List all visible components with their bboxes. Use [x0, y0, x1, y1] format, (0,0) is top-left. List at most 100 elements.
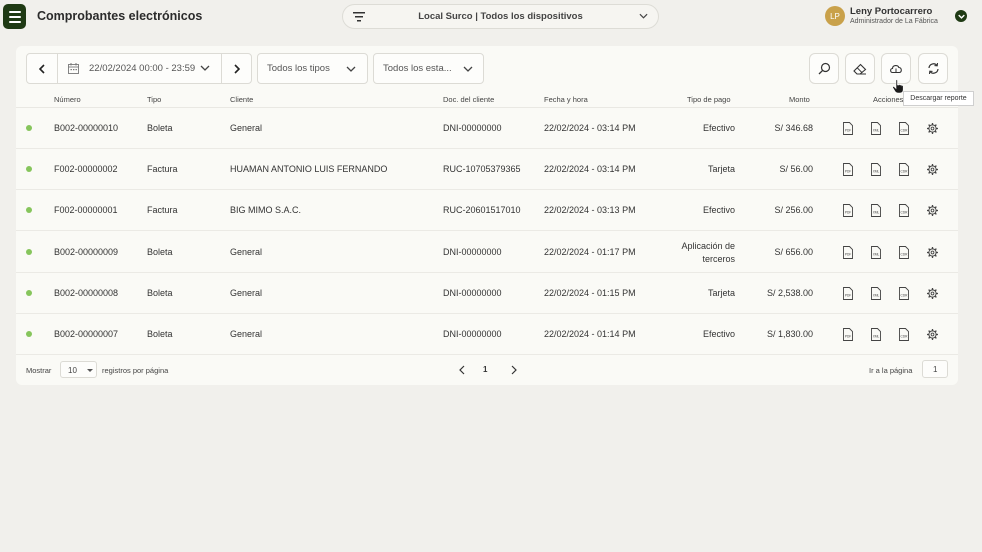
download-pdf-label: PDF — [845, 169, 851, 173]
column-header[interactable]: Tipo de pago — [687, 95, 731, 104]
type-filter-value: Todos los tipos — [267, 63, 330, 74]
download-xml-label: XML — [873, 334, 880, 338]
download-cdr-label: CDR — [901, 334, 909, 338]
chevron-right-icon — [233, 63, 240, 74]
download-cdr-icon[interactable]: CDR — [898, 122, 910, 135]
download-cdr-icon[interactable]: CDR — [898, 286, 910, 300]
location-label: Local Surco | Todos los dispositivos — [418, 11, 583, 22]
chevron-down-icon — [463, 66, 473, 72]
download-pdf-icon[interactable]: PDF — [842, 163, 854, 177]
client-document: DNI-00000000 — [443, 123, 502, 133]
search-button[interactable] — [809, 53, 839, 84]
column-header[interactable]: Cliente — [230, 95, 253, 104]
column-header[interactable]: Monto — [789, 95, 810, 104]
client-name: General — [230, 287, 263, 298]
search-icon — [818, 62, 830, 75]
column-header[interactable]: Fecha y hora — [544, 95, 588, 104]
status-dot — [26, 207, 32, 214]
avatar[interactable]: LP — [825, 6, 845, 26]
download-pdf-icon[interactable]: PDF — [842, 328, 854, 341]
date-range-value: 22/02/2024 00:00 - 23:59 — [89, 63, 196, 74]
receipt-type: Boleta — [147, 246, 173, 257]
cloud-download-icon — [890, 65, 902, 74]
download-cdr-label: CDR — [901, 128, 909, 132]
chevron-left-icon — [39, 63, 45, 74]
settings-gear-icon[interactable] — [926, 204, 939, 217]
settings-gear-icon[interactable] — [926, 246, 939, 259]
download-xml-icon[interactable]: XML — [870, 163, 882, 177]
receipts-card: 22/02/2024 00:00 - 23:59 Todos los tipos… — [16, 46, 958, 385]
download-pdf-icon[interactable]: PDF — [842, 245, 854, 259]
download-xml-label: XML — [873, 128, 880, 132]
table-row[interactable]: F002-00000001 Factura BIG MIMO S.A.C. RUC-2… — [16, 190, 958, 232]
client-document: RUC-20601517010 — [443, 205, 521, 216]
goto-page-input[interactable]: 1 — [922, 360, 948, 378]
state-filter-select[interactable]: Todos los esta... — [373, 53, 484, 84]
show-label: Mostrar — [26, 366, 52, 375]
previous-page-button[interactable] — [458, 365, 466, 375]
status-dot — [26, 331, 32, 337]
settings-gear-icon[interactable] — [926, 122, 939, 135]
settings-gear-icon[interactable] — [926, 328, 939, 341]
next-day-button[interactable] — [221, 54, 251, 83]
date-time: 22/02/2024 - 03:13 PM — [544, 205, 636, 216]
download-xml-icon[interactable]: XML — [870, 328, 882, 341]
current-page[interactable]: 1 — [483, 365, 487, 374]
calendar-icon — [68, 63, 79, 74]
location-selector[interactable]: Local Surco | Todos los dispositivos — [342, 4, 659, 29]
date-time: 22/02/2024 - 03:14 PM — [544, 164, 636, 175]
table-row[interactable]: B002-00000009 Boleta General DNI-00000000 22… — [16, 232, 958, 273]
date-time: 22/02/2024 - 01:17 PM — [544, 246, 636, 257]
column-header[interactable]: Doc. del cliente — [443, 95, 494, 104]
column-header[interactable]: Número — [54, 95, 81, 104]
settings-gear-icon[interactable] — [926, 163, 939, 176]
date-time: 22/02/2024 - 03:14 PM — [544, 123, 636, 133]
column-header[interactable]: Tipo — [147, 95, 161, 104]
download-xml-icon[interactable]: XML — [870, 245, 882, 259]
chevron-down-icon — [639, 13, 648, 19]
client-name: BIG MIMO S.A.C. — [230, 205, 302, 216]
user-menu-button[interactable] — [955, 10, 967, 22]
download-pdf-label: PDF — [845, 211, 851, 215]
clear-filters-button[interactable] — [845, 53, 875, 84]
receipt-number: F002-00000002 — [54, 164, 118, 175]
client-name: General — [230, 123, 263, 133]
download-xml-icon[interactable]: XML — [870, 204, 882, 218]
download-xml-icon[interactable]: XML — [870, 122, 882, 135]
download-cdr-icon[interactable]: CDR — [898, 328, 910, 341]
client-document: RUC-10705379365 — [443, 164, 521, 175]
page-size-select[interactable]: 10 — [60, 361, 97, 378]
download-pdf-label: PDF — [845, 128, 851, 132]
per-page-label: registros por página — [102, 366, 169, 375]
download-pdf-icon[interactable]: PDF — [842, 204, 854, 218]
download-pdf-icon[interactable]: PDF — [842, 122, 854, 135]
previous-day-button[interactable] — [27, 54, 58, 83]
refresh-icon — [927, 62, 939, 75]
table-row[interactable]: B002-00000008 Boleta General DNI-00000000 22… — [16, 273, 958, 314]
type-filter-select[interactable]: Todos los tipos — [257, 53, 368, 84]
top-bar: Comprobantes electrónicos Local Surco | … — [0, 0, 982, 34]
download-xml-label: XML — [873, 211, 880, 215]
settings-gear-icon[interactable] — [926, 287, 939, 300]
payment-type: Efectivo — [702, 329, 735, 339]
date-range-picker[interactable]: 22/02/2024 00:00 - 23:59 — [26, 53, 252, 84]
download-pdf-label: PDF — [845, 252, 851, 256]
amount: S/ 656.00 — [774, 246, 813, 257]
state-filter-value: Todos los esta... — [383, 63, 452, 74]
download-cdr-label: CDR — [901, 169, 909, 173]
menu-icon[interactable] — [3, 4, 26, 29]
receipt-type: Boleta — [147, 123, 173, 133]
next-page-button[interactable] — [510, 365, 518, 375]
download-report-tooltip: Descargar reporte — [903, 91, 974, 106]
download-cdr-icon[interactable]: CDR — [898, 163, 910, 177]
toolbar: 22/02/2024 00:00 - 23:59 Todos los tipos… — [16, 46, 958, 90]
download-xml-label: XML — [873, 169, 880, 173]
download-xml-icon[interactable]: XML — [870, 286, 882, 300]
table-row[interactable]: B002-00000010 Boleta General DNI-00000000 22… — [16, 108, 958, 149]
download-cdr-icon[interactable]: CDR — [898, 245, 910, 259]
refresh-button[interactable] — [918, 53, 948, 84]
table-row[interactable]: F002-00000002 Factura HUAMAN ANTONIO LUIS … — [16, 149, 958, 191]
download-pdf-icon[interactable]: PDF — [842, 286, 854, 300]
table-row[interactable]: B002-00000007 Boleta General DNI-00000000 22… — [16, 314, 958, 355]
download-cdr-icon[interactable]: CDR — [898, 204, 910, 218]
